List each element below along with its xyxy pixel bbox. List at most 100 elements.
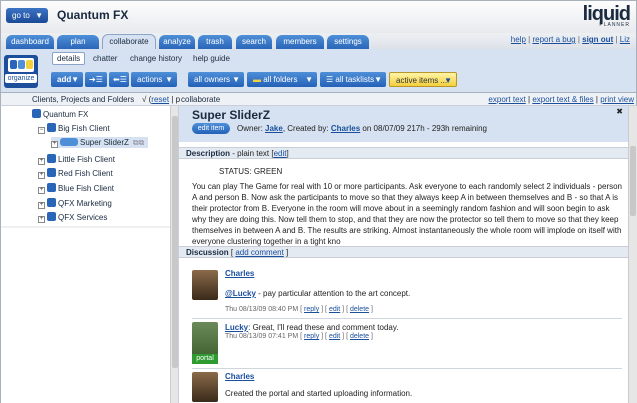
owner-link[interactable]: Jake xyxy=(265,124,283,133)
chevron-down-icon: ▼ xyxy=(305,75,313,84)
logo-word: liquid xyxy=(582,3,631,25)
goto-button[interactable]: go to ▼ xyxy=(6,8,48,23)
expand-icon[interactable]: + xyxy=(38,187,45,194)
tree-label: Little Fish Client xyxy=(58,155,115,164)
folders-label: all folders xyxy=(263,75,298,84)
tab-plan[interactable]: plan xyxy=(57,35,99,49)
tasklists-dropdown[interactable]: ☰ all tasklists ▼ xyxy=(320,72,386,87)
tab-trash[interactable]: trash xyxy=(198,35,232,49)
folders-icon xyxy=(8,58,34,72)
outdent-button[interactable]: ⬅☰ xyxy=(109,72,129,87)
pin-icon[interactable]: ✖ xyxy=(616,107,623,116)
collapse-icon[interactable]: − xyxy=(38,127,45,134)
chevron-down-icon: ▼ xyxy=(165,75,173,84)
expand-icon[interactable]: + xyxy=(51,141,58,148)
tree-label: QFX Marketing xyxy=(58,199,112,208)
tab-collaborate[interactable]: collaborate xyxy=(102,34,156,50)
edit-comment-link[interactable]: edit xyxy=(329,333,340,340)
add-label: add xyxy=(57,75,72,84)
tab-analyze[interactable]: analyze xyxy=(159,35,195,49)
expand-icon[interactable]: + xyxy=(38,158,45,165)
reply-link[interactable]: reply xyxy=(304,306,319,313)
description-body: You can play The Game for real with 10 o… xyxy=(192,182,623,246)
tree-label: QFX Services xyxy=(58,213,108,222)
help-link[interactable]: help xyxy=(511,35,526,44)
goto-label: go to xyxy=(12,11,30,20)
expand-icon[interactable]: + xyxy=(38,172,45,179)
organize-label: organize xyxy=(5,74,37,83)
main-scrollbar[interactable] xyxy=(628,106,637,403)
tree-node-super-sliderz[interactable]: + Super SliderZ ⧉⧉ xyxy=(51,137,149,148)
app-name: Quantum FX xyxy=(57,8,129,22)
delete-comment-link[interactable]: delete xyxy=(350,333,369,340)
actions-button[interactable]: actions ▼ xyxy=(131,72,177,87)
tab-bar: dashboard plan collaborate analyze trash… xyxy=(0,33,637,50)
tree-node-qfx-marketing[interactable]: + QFX Marketing xyxy=(38,198,112,209)
logo: liquid PLANNER xyxy=(582,3,631,28)
avatar xyxy=(192,270,218,300)
folders-dropdown[interactable]: ▬ all folders ▼ xyxy=(247,72,317,87)
tree-node-big-fish[interactable]: − Big Fish Client xyxy=(38,123,110,134)
avatar xyxy=(192,372,218,402)
edit-comment-link[interactable]: edit xyxy=(329,306,340,313)
scroll-thumb[interactable] xyxy=(630,146,636,216)
tab-dashboard[interactable]: dashboard xyxy=(6,35,54,49)
comment-meta: Thu 08/13/09 07:41 PM [ reply ] [ edit ]… xyxy=(225,333,373,340)
export-text-link[interactable]: export text xyxy=(488,95,525,104)
export-files-link[interactable]: export text & files xyxy=(532,95,593,104)
comment-author[interactable]: Charles xyxy=(225,269,254,278)
print-view-link[interactable]: print view xyxy=(600,95,634,104)
description-header: Description - plain text [edit] xyxy=(179,147,628,159)
bracket: ] xyxy=(286,149,289,158)
tree-node-red-fish[interactable]: + Red Fish Client xyxy=(38,168,113,179)
mention-link[interactable]: @Lucky xyxy=(225,289,256,298)
indent-button[interactable]: ➔☰ xyxy=(85,72,107,87)
sign-out-link[interactable]: sign out xyxy=(582,35,613,44)
comment-date: Thu 08/13/09 08:40 PM xyxy=(225,306,299,313)
top-header: go to ▼ Quantum FX liquid PLANNER xyxy=(0,0,637,33)
creator-link[interactable]: Charles xyxy=(331,124,360,133)
tab-members[interactable]: members xyxy=(276,35,324,49)
breadcrumb: collaborate xyxy=(181,95,221,104)
discussion-header: Discussion [ add comment ] xyxy=(179,246,628,258)
tree-node-blue-fish[interactable]: + Blue Fish Client xyxy=(38,183,114,194)
comment-author[interactable]: Lucky xyxy=(225,323,248,332)
add-comment-link[interactable]: add comment xyxy=(235,248,283,257)
comment-meta: Thu 08/13/09 08:40 PM [ reply ] [ edit ]… xyxy=(225,306,373,313)
reset-link[interactable]: reset xyxy=(151,95,169,104)
subnav-details[interactable]: details xyxy=(52,52,86,65)
expand-icon[interactable]: + xyxy=(38,216,45,223)
portal-badge: portal xyxy=(192,354,218,364)
active-items-label: active items ... xyxy=(396,76,448,85)
tab-settings[interactable]: settings xyxy=(327,35,369,49)
edit-item-button[interactable]: edit item xyxy=(192,123,230,134)
filter-bar: Clients, Projects and Folders √ (reset |… xyxy=(0,93,637,106)
filter-icon[interactable]: √ xyxy=(142,95,146,104)
active-items-dropdown[interactable]: active items ... ▼ xyxy=(389,72,457,87)
edit-description-link[interactable]: edit xyxy=(274,149,287,158)
cube-icon xyxy=(47,123,56,132)
add-button[interactable]: add ▼ xyxy=(51,72,83,87)
delete-comment-link[interactable]: delete xyxy=(350,306,369,313)
node-actions-icon[interactable]: ⧉⧉ xyxy=(133,138,144,147)
top-links: help | report a bug | sign out | Liz xyxy=(510,35,630,44)
user-link[interactable]: Liz xyxy=(620,35,630,44)
report-bug-link[interactable]: report a bug xyxy=(532,35,575,44)
subnav-help-guide[interactable]: help guide xyxy=(193,54,230,63)
tab-search[interactable]: search xyxy=(236,35,272,49)
comment-text: Created the portal and started uploading… xyxy=(225,389,413,398)
actions-label: actions xyxy=(137,75,163,84)
item-header: Super SliderZ edit item Owner: Jake, Cre… xyxy=(179,106,628,142)
comment-author[interactable]: Charles xyxy=(225,372,254,381)
tree-node-qfx-services[interactable]: + QFX Services xyxy=(38,212,107,223)
expand-icon[interactable]: + xyxy=(38,202,45,209)
organize-button[interactable]: organize xyxy=(4,55,38,88)
reply-link[interactable]: reply xyxy=(304,333,319,340)
subnav-change-history[interactable]: change history xyxy=(130,54,182,63)
tree-node-little-fish[interactable]: + Little Fish Client xyxy=(38,154,115,165)
folder-icon: ▬ xyxy=(253,75,261,84)
subnav-chatter[interactable]: chatter xyxy=(93,54,117,63)
owners-dropdown[interactable]: all owners ▼ xyxy=(188,72,244,87)
tree-title: Clients, Projects and Folders xyxy=(32,95,135,104)
tree-node-root[interactable]: Quantum FX xyxy=(32,109,88,120)
